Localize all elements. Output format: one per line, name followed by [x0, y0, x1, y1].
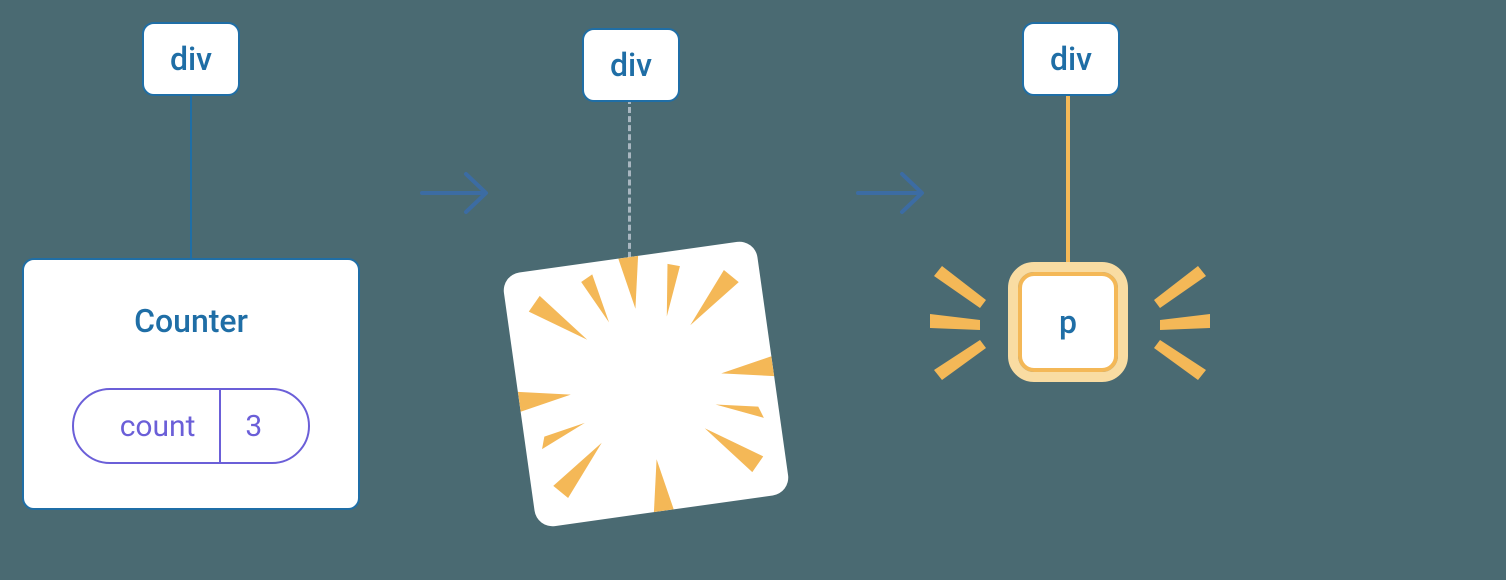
counter-title: Counter	[24, 302, 358, 340]
div-node-panel2: div	[582, 28, 680, 102]
state-pill: count 3	[72, 388, 310, 464]
div-label-panel1: div	[170, 40, 212, 78]
connector-dashed-panel2	[628, 98, 631, 276]
state-value: 3	[221, 397, 286, 456]
state-key: count	[96, 397, 220, 456]
diagram-stage: div Counter count 3 div	[0, 0, 1506, 580]
div-label-panel2: div	[610, 46, 652, 84]
div-label-panel3: div	[1050, 40, 1092, 78]
div-node-panel3: div	[1022, 22, 1120, 96]
p-node: p	[1018, 272, 1118, 372]
burst-implosion-icon	[501, 239, 790, 528]
arrow-icon-1	[418, 166, 498, 220]
div-node-panel1: div	[142, 22, 240, 96]
arrow-icon-2	[854, 166, 934, 220]
p-label: p	[1059, 303, 1077, 341]
counter-card: Counter	[22, 258, 360, 510]
connector-line-panel1	[190, 90, 192, 260]
disappearing-component	[501, 239, 790, 528]
